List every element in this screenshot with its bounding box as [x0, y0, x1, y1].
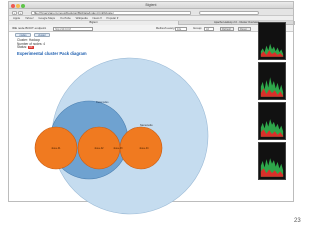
node-label: slave-04: [139, 147, 149, 150]
node-label: slave-01: [51, 147, 61, 150]
chart-thumbnail[interactable]: [258, 62, 286, 100]
chart-thumbnail[interactable]: [258, 142, 286, 180]
namenode-label: Namenode: [140, 123, 153, 127]
chart-thumbnail[interactable]: [258, 102, 286, 140]
node-label: slave-03: [113, 147, 123, 150]
datanodes-label: Datanodes: [96, 100, 109, 104]
slide-page: Bigtent ‹ › file:///Users/anonymous/Desk…: [0, 0, 320, 240]
chart-thumbnail[interactable]: [258, 22, 286, 60]
node-label: slave-02: [94, 147, 104, 150]
page-number: 23: [294, 218, 301, 224]
